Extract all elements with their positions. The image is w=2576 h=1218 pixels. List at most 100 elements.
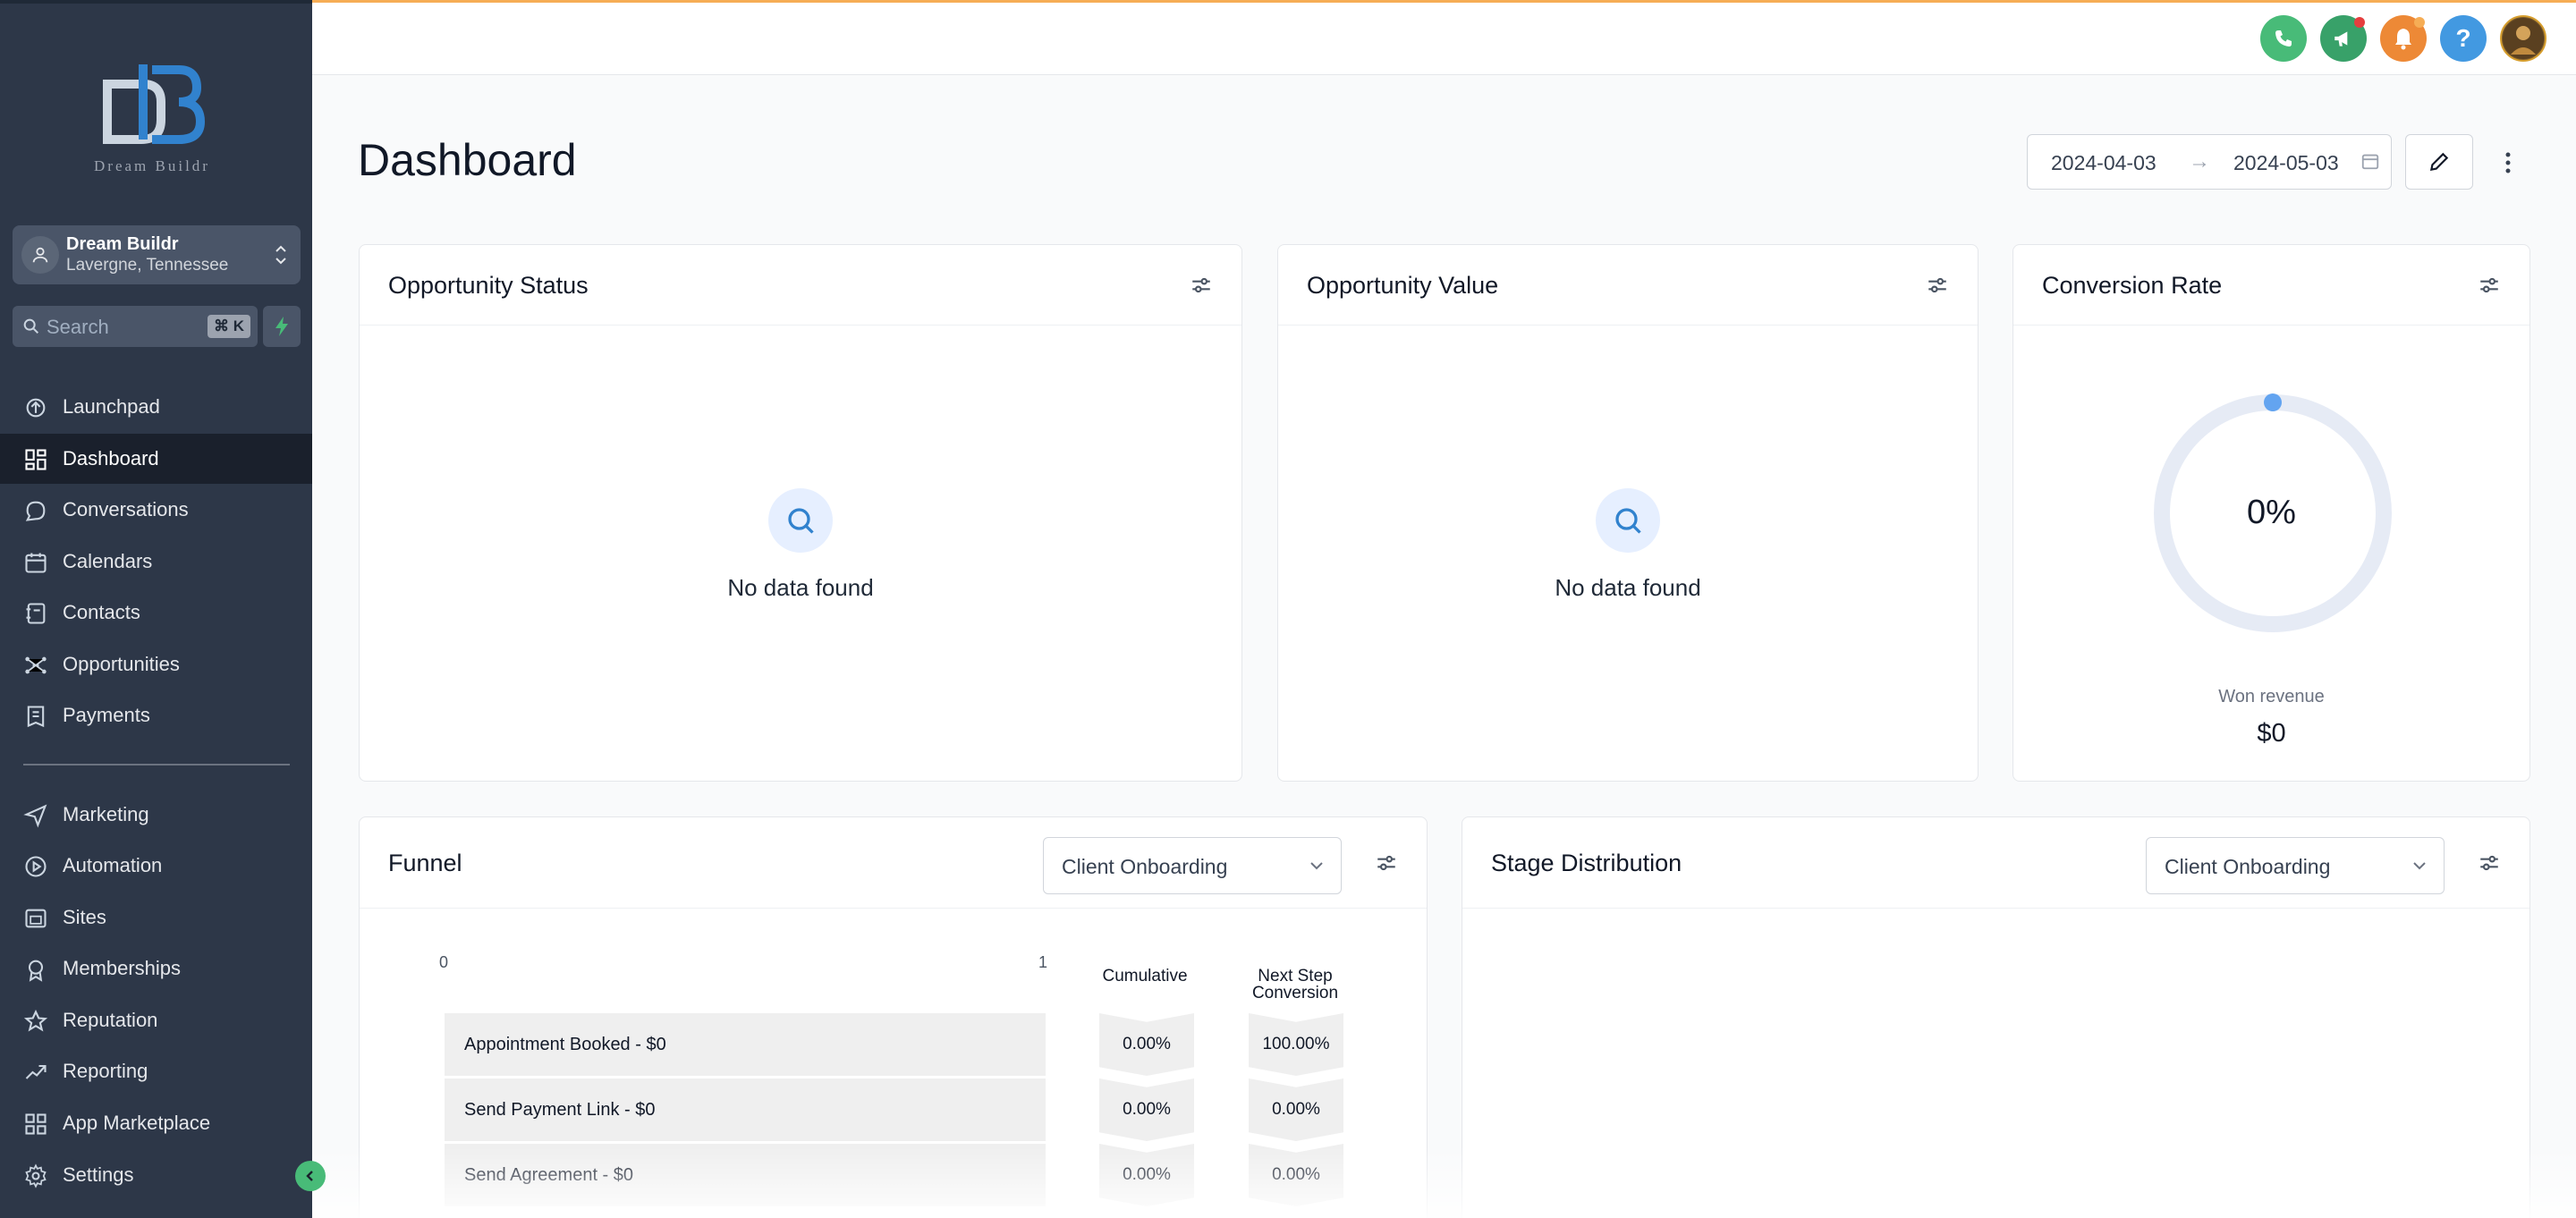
funnel-stage-bar[interactable]: Send Payment Link - $0	[445, 1078, 1046, 1141]
funnel-stage-label: Send Payment Link - $0	[464, 1100, 656, 1120]
opportunity-value-card: Opportunity Value No data found	[1277, 244, 1979, 782]
pencil-icon	[2429, 152, 2449, 172]
empty-state: No data found	[1278, 488, 1978, 602]
receipt-icon	[23, 704, 48, 729]
trend-up-icon	[23, 1060, 48, 1085]
sidebar-item-label: Contacts	[63, 601, 140, 623]
card-header: Stage Distribution Client Onboarding	[1462, 817, 2529, 909]
sidebar-item-app-marketplace[interactable]: App Marketplace	[0, 1098, 312, 1148]
next-step-header: Next Step Conversion	[1251, 967, 1339, 1002]
edit-dashboard-button[interactable]	[2405, 134, 2473, 190]
notifications-button[interactable]	[2380, 15, 2427, 62]
filter-settings-icon[interactable]	[2478, 274, 2501, 297]
funnel-stage-bar[interactable]: Appointment Booked - $0	[445, 1013, 1046, 1076]
calendar-icon	[2360, 151, 2380, 175]
user-avatar[interactable]	[2500, 15, 2546, 62]
sidebar-item-label: Reporting	[63, 1060, 148, 1082]
announcements-button[interactable]	[2320, 15, 2367, 62]
cumulative-header: Cumulative	[1102, 967, 1188, 985]
network-icon	[23, 653, 48, 678]
sidebar-item-automation[interactable]: Automation	[0, 841, 312, 891]
lightning-icon	[275, 317, 288, 336]
chevron-updown-icon	[274, 241, 288, 274]
empty-state-text: No data found	[1555, 574, 1701, 601]
page-title: Dashboard	[358, 135, 577, 185]
arrow-right-icon: →	[2189, 149, 2210, 173]
filter-settings-icon[interactable]	[2478, 851, 2501, 875]
funnel-axis-max: 1	[1038, 953, 1048, 971]
sidebar-item-label: Conversations	[63, 498, 189, 520]
sidebar-item-label: Sites	[63, 906, 106, 928]
next-step-cell: 0.00%	[1249, 1144, 1343, 1206]
date-end[interactable]: 2024-05-03	[2233, 151, 2359, 175]
sidebar-item-settings[interactable]: Settings	[0, 1150, 312, 1200]
bell-icon	[2395, 29, 2411, 50]
card-header: Funnel Client Onboarding	[360, 817, 1427, 909]
pipeline-select[interactable]: Client Onboarding	[1043, 837, 1342, 894]
date-start[interactable]: 2024-04-03	[2051, 151, 2157, 175]
search-shortcut: ⌘ K	[208, 315, 250, 338]
more-options-button[interactable]	[2492, 145, 2524, 181]
question-icon: ?	[2455, 24, 2471, 52]
funnel-stage-bar[interactable]: Send Agreement - $0	[445, 1144, 1046, 1206]
date-range-picker[interactable]: 2024-04-03 → 2024-05-03	[2027, 134, 2392, 190]
sidebar-item-dashboard[interactable]: Dashboard	[0, 434, 312, 484]
logo-mark-icon	[103, 64, 206, 144]
announcement-badge	[2354, 17, 2365, 28]
sidebar-item-reporting[interactable]: Reporting	[0, 1046, 312, 1096]
funnel-stage-label: Send Agreement - $0	[464, 1165, 634, 1185]
sidebar-item-label: Opportunities	[63, 653, 180, 675]
quick-action-button[interactable]	[263, 306, 301, 347]
account-location: Lavergne, Tennessee	[66, 256, 229, 275]
card-title: Stage Distribution	[1491, 850, 1682, 876]
won-revenue-label: Won revenue	[2218, 687, 2325, 706]
sidebar-item-launchpad[interactable]: Launchpad	[0, 382, 312, 432]
stage-distribution-card: Stage Distribution Client Onboarding	[1462, 816, 2530, 1218]
sidebar-item-contacts[interactable]: Contacts	[0, 588, 312, 638]
sidebar-item-label: App Marketplace	[63, 1112, 211, 1134]
filter-settings-icon[interactable]	[1926, 274, 1949, 297]
conversion-rate-card: Conversion Rate 0% Won revenue $0	[2012, 244, 2530, 782]
magnifier-icon	[768, 488, 833, 553]
filter-settings-icon[interactable]	[1375, 851, 1398, 875]
sidebar-item-memberships[interactable]: Memberships	[0, 943, 312, 994]
account-name: Dream Buildr	[66, 234, 179, 254]
sidebar-item-label: Marketing	[63, 803, 149, 825]
sidebar-item-label: Settings	[63, 1163, 134, 1186]
pipeline-select[interactable]: Client Onboarding	[2146, 837, 2445, 894]
filter-settings-icon[interactable]	[1190, 274, 1213, 297]
sidebar-item-marketing[interactable]: Marketing	[0, 790, 312, 840]
search-placeholder: Search	[47, 316, 109, 338]
sidebar-item-sites[interactable]: Sites	[0, 892, 312, 943]
sidebar-item-opportunities[interactable]: Opportunities	[0, 639, 312, 689]
collapse-sidebar-button[interactable]	[295, 1161, 326, 1191]
logo-text: Dream Buildr	[94, 157, 210, 174]
card-header: Opportunity Value	[1278, 245, 1978, 326]
won-revenue-value: $0	[2257, 719, 2286, 748]
sidebar-item-calendars[interactable]: Calendars	[0, 537, 312, 587]
cumulative-cell: 0.00%	[1099, 1013, 1194, 1076]
phone-button[interactable]	[2260, 15, 2307, 62]
sidebar-item-label: Launchpad	[63, 395, 160, 418]
account-switcher[interactable]: Dream Buildr Lavergne, Tennessee	[13, 225, 301, 284]
notification-badge	[2414, 17, 2425, 28]
opportunity-status-card: Opportunity Status No data found	[359, 244, 1242, 782]
pipeline-select-value: Client Onboarding	[2165, 855, 2331, 878]
sidebar-item-label: Automation	[63, 854, 163, 876]
sidebar-item-reputation[interactable]: Reputation	[0, 995, 312, 1045]
brand-logo[interactable]: Dream Buildr	[89, 57, 215, 177]
sidebar-item-label: Calendars	[63, 550, 153, 572]
help-button[interactable]: ?	[2440, 15, 2487, 62]
card-header: Conversion Rate	[2013, 245, 2529, 326]
chat-bubble-icon	[23, 498, 48, 523]
sidebar-item-payments[interactable]: Payments	[0, 690, 312, 740]
card-header: Opportunity Status	[360, 245, 1241, 326]
gauge-indicator	[2264, 393, 2282, 411]
avatar-image-icon	[2503, 18, 2544, 59]
sidebar-item-conversations[interactable]: Conversations	[0, 485, 312, 535]
apps-grid-icon	[23, 1112, 48, 1137]
search-input[interactable]: Search ⌘ K	[13, 306, 258, 347]
funnel-stage-label: Appointment Booked - $0	[464, 1035, 666, 1054]
sidebar: Dream Buildr Dream Buildr Lavergne, Tenn…	[0, 0, 312, 1218]
dashboard-grid-icon	[23, 447, 48, 472]
